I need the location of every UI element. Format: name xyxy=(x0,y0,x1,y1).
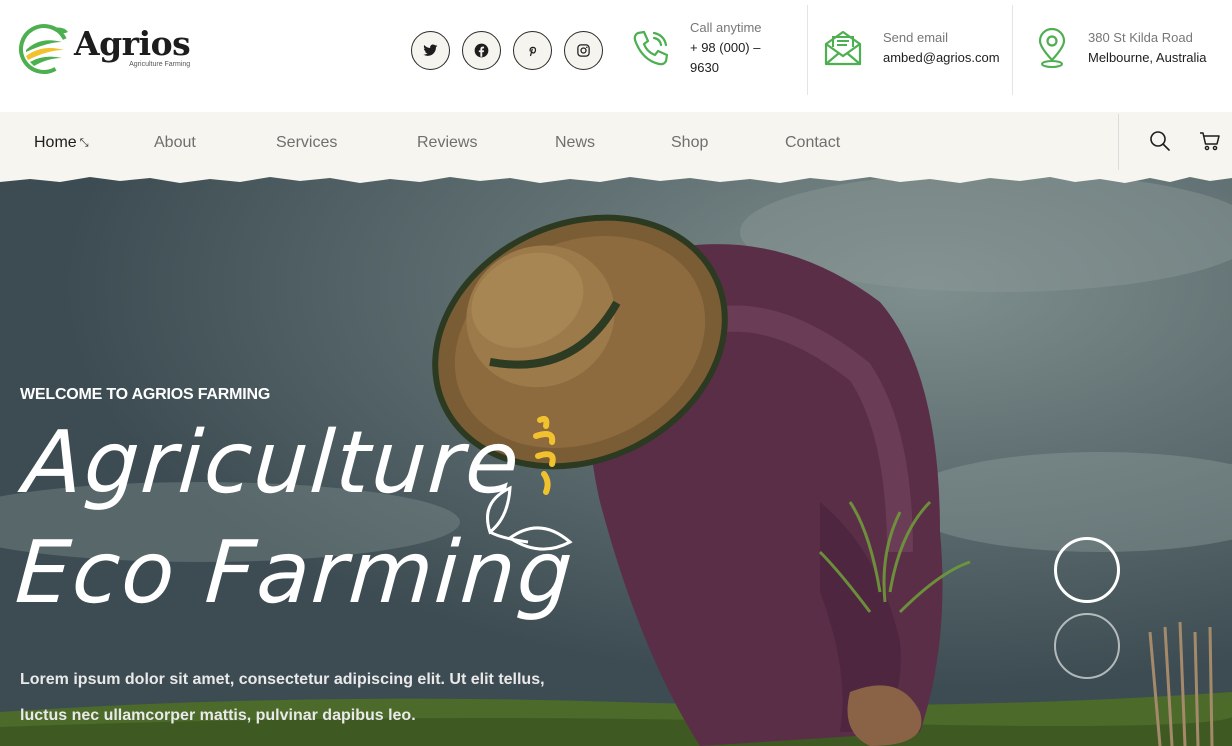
email-address: ambed@agrios.com xyxy=(883,50,1000,65)
hero-description: Lorem ipsum dolor sit amet, consectetur … xyxy=(20,671,545,724)
top-header: Agrios Agriculture Farming Call anytime … xyxy=(0,0,1232,112)
hero-content: WELCOME TO AGRIOS FARMING Agriculture Ec… xyxy=(13,386,620,628)
pinterest-link[interactable] xyxy=(513,31,552,70)
email-label: Send email xyxy=(883,30,949,45)
arrows-icon: ⤡ xyxy=(79,137,89,149)
torn-edge xyxy=(0,172,1232,183)
cart-icon[interactable] xyxy=(1199,130,1221,152)
hero-title-line-1: Agriculture xyxy=(20,413,525,513)
location-pin-icon xyxy=(1038,27,1066,68)
facebook-link[interactable] xyxy=(462,31,501,70)
hero-title-line-2: Eco Farming xyxy=(12,523,578,623)
twitter-icon xyxy=(423,44,438,56)
nav-item-shop[interactable]: Shop xyxy=(671,134,708,152)
address-line-2: Melbourne, Australia xyxy=(1088,50,1207,65)
brand-logo[interactable]: Agrios Agriculture Farming xyxy=(18,22,191,76)
phone-icon xyxy=(633,30,669,66)
twitter-link[interactable] xyxy=(411,31,450,70)
brand-name: Agrios xyxy=(74,24,191,63)
contact-address[interactable]: 380 St Kilda Road Melbourne, Australia xyxy=(1031,0,1208,96)
logo-leaf-icon xyxy=(19,24,69,74)
main-nav: Home ⤡ About Services Reviews News Shop C… xyxy=(0,112,1232,176)
instagram-link[interactable] xyxy=(564,31,603,70)
nav-item-contact[interactable]: Contact xyxy=(785,134,840,152)
header-divider xyxy=(1012,5,1013,95)
nav-item-home[interactable]: Home ⤡ xyxy=(34,134,89,152)
phone-number: + 98 (000) – 9630 xyxy=(690,40,761,75)
hero-title: Agriculture Eco Farming xyxy=(12,408,627,628)
nav-item-reviews[interactable]: Reviews xyxy=(417,134,477,152)
address-line-1: 380 St Kilda Road xyxy=(1088,30,1193,45)
phone-label: Call anytime xyxy=(690,20,762,35)
contact-email[interactable]: Send email ambed@agrios.com xyxy=(822,0,1000,96)
pinterest-icon xyxy=(529,46,537,57)
search-icon[interactable] xyxy=(1149,130,1171,152)
hero-eyebrow: WELCOME TO AGRIOS FARMING xyxy=(20,386,271,403)
header-divider xyxy=(807,5,808,95)
nav-divider xyxy=(1118,114,1119,170)
nav-item-services[interactable]: Services xyxy=(276,134,337,152)
nav-item-about[interactable]: About xyxy=(154,134,196,152)
facebook-icon xyxy=(474,43,489,58)
nav-item-label: Home xyxy=(34,134,77,151)
instagram-icon xyxy=(577,44,590,57)
social-links xyxy=(411,31,603,70)
contact-phone[interactable]: Call anytime + 98 (000) – 9630 xyxy=(630,0,780,96)
slider-dot-2[interactable] xyxy=(1054,613,1120,679)
envelope-icon xyxy=(824,30,862,66)
nav-item-news[interactable]: News xyxy=(555,134,595,152)
slider-dot-1[interactable] xyxy=(1054,537,1120,603)
